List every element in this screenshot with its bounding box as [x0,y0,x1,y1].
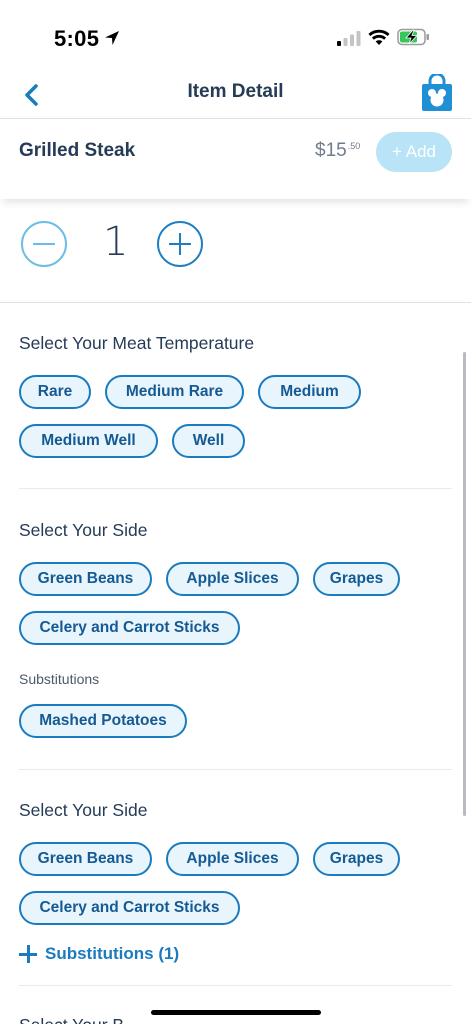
substitutions-label: Substitutions [19,671,100,687]
option-well[interactable]: Well [172,424,245,458]
option-celery-carrot-sticks[interactable]: Celery and Carrot Sticks [19,611,240,645]
status-time: 5:05 [54,26,100,51]
option-grapes[interactable]: Grapes [313,842,400,876]
quantity-value: 1 [103,219,129,265]
section-title-meat-temperature: Select Your Meat Temperature [19,333,255,353]
option-green-beans[interactable]: Green Beans [19,842,152,876]
option-apple-slices[interactable]: Apple Slices [166,562,299,596]
scrollbar[interactable] [463,352,466,816]
price-cents: .50 [347,141,361,151]
section-divider [19,985,452,986]
section-divider [0,302,471,303]
option-mashed-potatoes[interactable]: Mashed Potatoes [19,704,187,738]
section-title-partial: Select Your B [19,1015,124,1024]
cellular-signal-icon [337,31,361,46]
decrease-quantity-button[interactable] [21,221,67,267]
option-green-beans[interactable]: Green Beans [19,562,152,596]
section-title-side-1: Select Your Side [19,520,148,540]
nav-bar: Item Detail [0,72,471,118]
battery-charging-icon [397,28,429,46]
item-header: Grilled Steak $15.50 + Add [0,119,471,199]
option-medium[interactable]: Medium [258,375,361,409]
section-title-side-2: Select Your Side [19,800,148,820]
wifi-icon [368,29,390,45]
shopping-bag-button[interactable] [420,72,454,112]
shopping-bag-icon [422,72,452,111]
page-title: Item Detail [187,81,284,102]
option-apple-slices[interactable]: Apple Slices [166,842,299,876]
price-main: $15 [315,140,347,161]
status-bar: 5:05 [0,0,471,72]
add-button[interactable]: + Add [376,132,452,172]
substitutions-link-label: Substitutions (1) [45,944,180,963]
plus-icon [19,945,37,963]
increase-quantity-button[interactable] [157,221,203,267]
home-indicator [151,1010,321,1015]
option-rare[interactable]: Rare [19,375,91,409]
option-medium-well[interactable]: Medium Well [19,424,158,458]
option-grapes[interactable]: Grapes [313,562,400,596]
item-name: Grilled Steak [19,140,136,161]
option-medium-rare[interactable]: Medium Rare [105,375,244,409]
option-celery-carrot-sticks[interactable]: Celery and Carrot Sticks [19,891,240,925]
location-arrow-icon [105,31,119,45]
section-divider [19,769,452,770]
substitutions-link[interactable]: Substitutions (1) [19,944,179,964]
section-divider [19,488,452,489]
item-price: $15.50 [315,140,360,162]
quantity-stepper: 1 [0,213,471,273]
